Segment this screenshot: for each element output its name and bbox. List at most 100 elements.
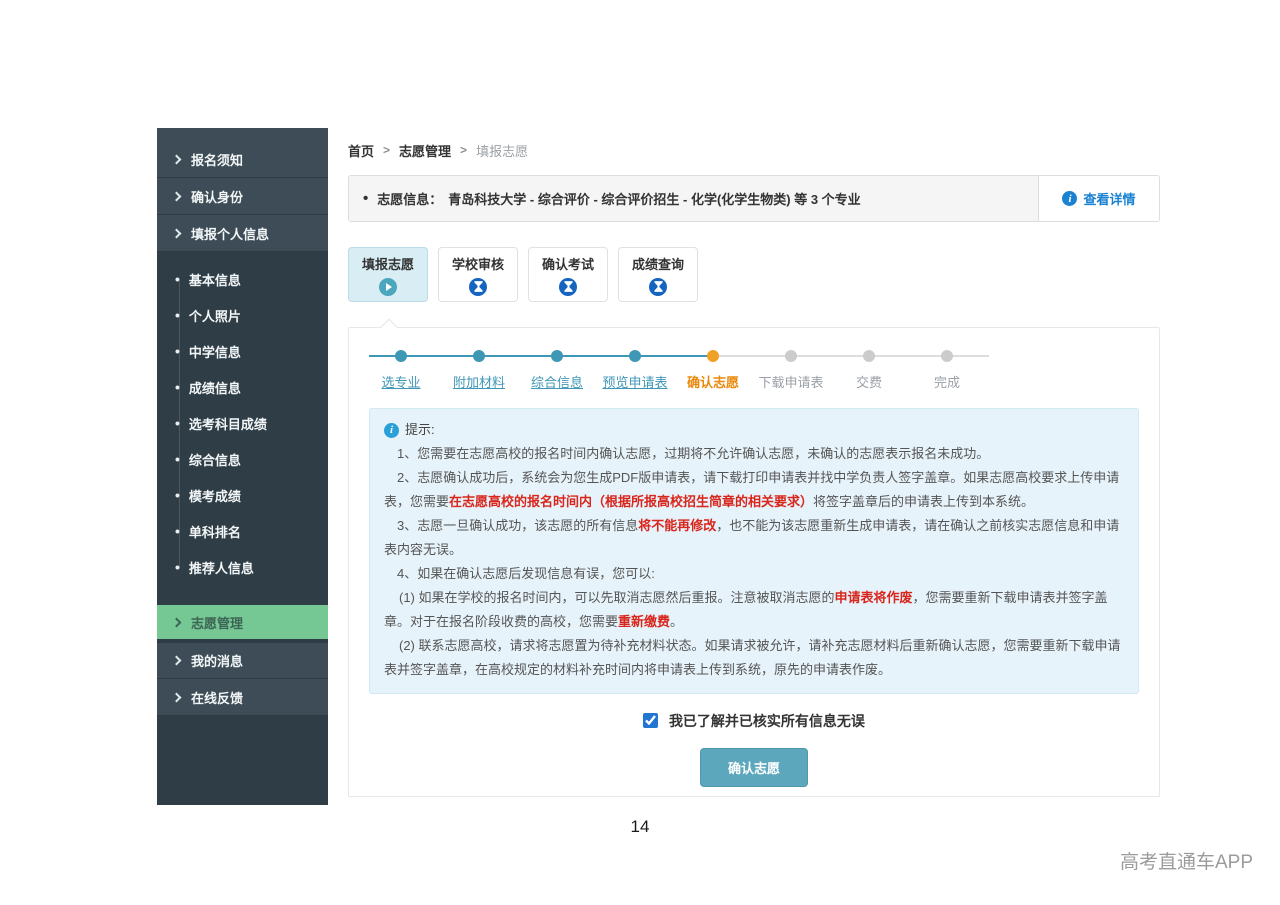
- info-label: 志愿信息：: [377, 189, 442, 208]
- tip-line: (2) 联系志愿高校，请求将志愿置为待补充材料状态。如果请求被允许，请补充志愿材…: [384, 634, 1124, 682]
- hourglass-icon: [649, 278, 667, 296]
- breadcrumb-item[interactable]: 志愿管理: [399, 141, 451, 160]
- sidebar-sub-item[interactable]: •选考科目成绩: [157, 405, 328, 441]
- sidebar-sub-item[interactable]: •成绩信息: [157, 369, 328, 405]
- sidebar-item-label: 中学信息: [189, 342, 241, 361]
- breadcrumb-separator-icon: >: [383, 143, 390, 157]
- tip-text: 将签字盖章后的申请表上传到本系统。: [813, 494, 1034, 509]
- tips-lines: 1、您需要在志愿高校的报名时间内确认志愿，过期将不允许确认志愿，未确认的志愿表示…: [384, 442, 1124, 682]
- info-icon: i: [1062, 191, 1077, 206]
- chevron-right-icon: [172, 154, 182, 164]
- sidebar-sub-item[interactable]: •模考成绩: [157, 477, 328, 513]
- tip-line: 3、志愿一旦确认成功，该志愿的所有信息将不能再修改，也不能为该志愿重新生成申请表…: [384, 514, 1124, 562]
- sidebar-item-label: 个人照片: [189, 306, 241, 325]
- tip-text: 1、您需要在志愿高校的报名时间内确认志愿，过期将不允许确认志愿，未确认的志愿表示…: [397, 446, 989, 461]
- bullet-icon: •: [175, 343, 180, 359]
- step-label-附加材料[interactable]: 附加材料: [434, 372, 524, 391]
- hourglass-icon: [559, 278, 577, 296]
- step-dot-done: [629, 350, 641, 362]
- tip-highlight: 重新缴费: [618, 614, 670, 629]
- breadcrumb-item[interactable]: 首页: [348, 141, 374, 160]
- sidebar-item[interactable]: 我的消息: [157, 642, 328, 679]
- step-label-确认志愿: 确认志愿: [668, 372, 758, 391]
- bullet-icon: •: [175, 487, 180, 503]
- confirm-row: 我已了解并已核实所有信息无误: [349, 711, 1159, 731]
- main-content: 首页 > 志愿管理 > 填报志愿 • 志愿信息： 青岛科技大学 - 综合评价 - 综合评…: [348, 128, 1160, 797]
- confirm-checkbox-label[interactable]: 我已了解并已核实所有信息无误: [669, 713, 865, 729]
- tip-text: (1) 如果在学校的报名时间内，可以先取消志愿然后重报。注意被取消志愿的: [399, 590, 835, 605]
- step-line: [791, 355, 869, 357]
- sidebar-item[interactable]: 报名须知: [157, 141, 328, 178]
- tab-成绩查询[interactable]: 成绩查询: [618, 247, 698, 302]
- tips-title-label: 提示:: [405, 418, 435, 442]
- step-line: [401, 355, 479, 357]
- tab-学校审核[interactable]: 学校审核: [438, 247, 518, 302]
- volunteer-info: • 志愿信息： 青岛科技大学 - 综合评价 - 综合评价招生 - 化学(化学生物…: [349, 176, 1038, 221]
- button-row: 确认志愿: [349, 748, 1159, 787]
- sidebar-top-group: 报名须知确认身份填报个人信息: [157, 128, 328, 252]
- step-label-预览申请表[interactable]: 预览申请表: [590, 372, 680, 391]
- step-dot-todo: [863, 350, 875, 362]
- sidebar-sub-item[interactable]: •推荐人信息: [157, 549, 328, 585]
- bullet-icon: •: [175, 271, 180, 287]
- sidebar-sub-item[interactable]: • 单科排名: [157, 513, 328, 549]
- step-label-选专业[interactable]: 选专业: [356, 372, 446, 391]
- tips-box: i 提示: 1、您需要在志愿高校的报名时间内确认志愿，过期将不允许确认志愿，未确…: [369, 408, 1139, 694]
- confirm-button[interactable]: 确认志愿: [700, 748, 808, 787]
- chevron-right-icon: [172, 656, 182, 666]
- breadcrumb: 首页 > 志愿管理 > 填报志愿: [348, 140, 1160, 160]
- breadcrumb-separator-icon: >: [460, 143, 467, 157]
- step-label-完成: 完成: [902, 372, 992, 391]
- sidebar-item-label: 填报个人信息: [191, 224, 269, 243]
- sidebar-item-label: 我的消息: [191, 651, 243, 670]
- bullet-icon: •: [175, 451, 180, 467]
- bullet-icon: •: [175, 523, 180, 539]
- page-canvas: 报名须知确认身份填报个人信息 •基本信息•个人照片•中学信息•成绩信息•选考科目…: [0, 0, 1280, 905]
- bullet-icon: •: [175, 415, 180, 431]
- sidebar-sub-item[interactable]: • 个人照片: [157, 297, 328, 333]
- bullet-icon: •: [175, 307, 180, 323]
- step-dot-todo: [785, 350, 797, 362]
- step-dot-todo: [941, 350, 953, 362]
- main-panel: 选专业附加材料综合信息预览申请表确认志愿下载申请表交费完成 i 提示: 1、您需…: [348, 327, 1160, 797]
- step-line: [869, 355, 947, 357]
- sidebar-item-label: 志愿管理: [191, 613, 243, 632]
- bullet-icon: •: [363, 190, 368, 207]
- tab-label: 成绩查询: [632, 254, 684, 273]
- sidebar-bottom-group: 我的消息在线反馈: [157, 642, 328, 716]
- sidebar-item[interactable]: 在线反馈: [157, 679, 328, 716]
- sidebar-item-label: 单科排名: [189, 522, 241, 541]
- sidebar-sub-item[interactable]: • 中学信息: [157, 333, 328, 369]
- breadcrumb-item: 填报志愿: [476, 141, 528, 160]
- tab-填报志愿[interactable]: 填报志愿: [348, 247, 428, 302]
- tip-highlight: 申请表将作废: [835, 590, 913, 605]
- tip-highlight: 将不能再修改: [638, 518, 716, 533]
- sidebar: 报名须知确认身份填报个人信息 •基本信息•个人照片•中学信息•成绩信息•选考科目…: [157, 128, 328, 805]
- tab-label: 学校审核: [452, 254, 504, 273]
- step-label-综合信息[interactable]: 综合信息: [512, 372, 602, 391]
- step-line: [947, 355, 989, 357]
- step-dot-done: [395, 350, 407, 362]
- tip-line: 1、您需要在志愿高校的报名时间内确认志愿，过期将不允许确认志愿，未确认的志愿表示…: [384, 442, 1124, 466]
- sidebar-sub-item[interactable]: • 综合信息: [157, 441, 328, 477]
- sidebar-item[interactable]: 填报个人信息: [157, 215, 328, 252]
- page-number: 14: [0, 817, 1280, 837]
- confirm-checkbox[interactable]: [643, 713, 658, 728]
- sidebar-item[interactable]: 确认身份: [157, 178, 328, 215]
- step-line: [713, 355, 791, 357]
- sidebar-item-label: 在线反馈: [191, 688, 243, 707]
- chevron-right-icon: [172, 617, 182, 627]
- tip-line: 4、如果在确认志愿后发现信息有误，您可以:: [384, 562, 1124, 586]
- chevron-right-icon: [172, 692, 182, 702]
- view-details-link[interactable]: i 查看详情: [1038, 176, 1159, 221]
- tip-highlight: 在志愿高校的报名时间内（根据所报高校招生简章的相关要求）: [449, 494, 813, 509]
- sidebar-sub-item[interactable]: •基本信息: [157, 261, 328, 297]
- tab-确认考试[interactable]: 确认考试: [528, 247, 608, 302]
- hourglass-icon: [469, 278, 487, 296]
- bullet-icon: •: [175, 559, 180, 575]
- tip-text: 4、如果在确认志愿后发现信息有误，您可以:: [397, 566, 655, 581]
- sidebar-item-label: 综合信息: [189, 450, 241, 469]
- sidebar-item-active[interactable]: 志愿管理: [157, 605, 328, 639]
- step-dot-done: [551, 350, 563, 362]
- tip-line: 2、志愿确认成功后，系统会为您生成PDF版申请表，请下载打印申请表并找中学负责人…: [384, 466, 1124, 514]
